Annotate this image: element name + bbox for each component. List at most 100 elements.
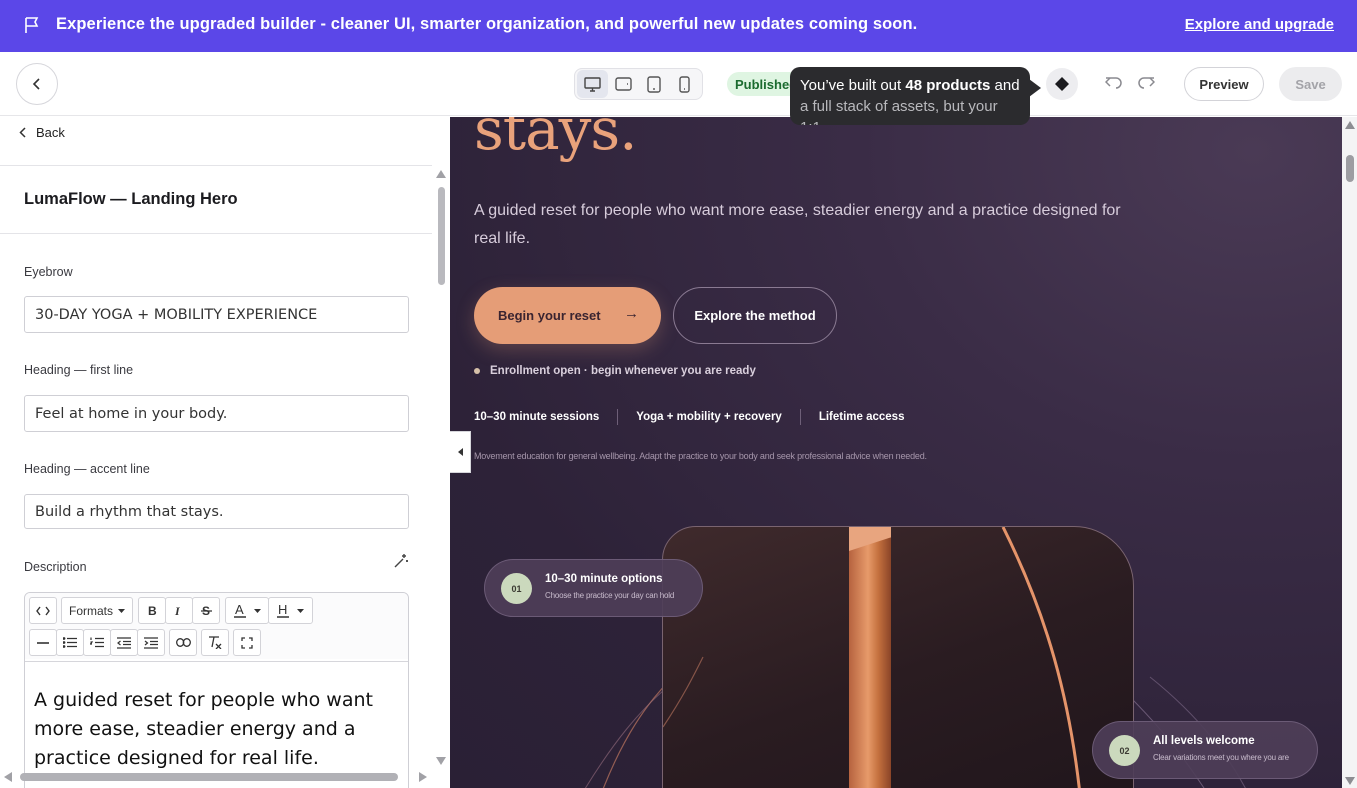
caret-down-icon <box>297 608 304 613</box>
tooltip-line2: a full stack of assets, but your 1:1 <box>800 98 998 125</box>
begin-reset-label: Begin your reset <box>498 308 601 323</box>
svg-text:B: B <box>148 605 157 616</box>
horizontal-rule-button[interactable] <box>29 629 57 656</box>
indent-icon <box>144 636 158 649</box>
divider <box>617 409 619 425</box>
strikethrough-icon: S <box>200 605 212 616</box>
horizontal-rule-icon <box>37 641 49 644</box>
arrow-right-icon: → <box>624 305 639 322</box>
code-view-button[interactable] <box>29 597 57 624</box>
badge-number: 02 <box>1109 735 1140 766</box>
flag-icon <box>25 17 39 33</box>
back-link[interactable]: Back <box>19 125 65 140</box>
preview-button[interactable]: Preview <box>1184 67 1264 101</box>
outdent-icon <box>117 636 131 649</box>
eyebrow-field[interactable]: 30-DAY YOGA + MOBILITY EXPERIENCE <box>24 296 409 333</box>
badge-number: 01 <box>501 573 532 604</box>
chevron-left-icon <box>19 127 26 138</box>
enrollment-text: Enrollment open · begin whenever you are… <box>490 365 756 377</box>
begin-reset-button[interactable]: Begin your reset → <box>474 287 661 344</box>
italic-button[interactable]: I <box>165 597 193 624</box>
formats-dropdown[interactable]: Formats <box>61 597 133 624</box>
heading-accent-line-label: Heading — accent line <box>24 462 150 476</box>
fullscreen-button[interactable] <box>233 629 261 656</box>
redo-icon[interactable] <box>1137 75 1155 91</box>
device-mobile-button[interactable] <box>669 70 700 98</box>
bold-button[interactable]: B <box>138 597 166 624</box>
svg-text:H: H <box>278 603 287 617</box>
numbered-list-button[interactable] <box>83 629 111 656</box>
device-tablet-landscape-button[interactable] <box>608 70 639 98</box>
badge-subtitle: Clear variations meet you where you are <box>1153 753 1289 762</box>
tablet-landscape-icon <box>614 77 632 91</box>
highlight-dropdown[interactable]: H <box>268 597 313 624</box>
divider <box>0 165 432 166</box>
scroll-down-arrow-icon[interactable] <box>436 757 446 765</box>
indent-button[interactable] <box>137 629 165 656</box>
fullscreen-icon <box>241 636 253 649</box>
desktop-icon <box>584 76 601 92</box>
mobile-icon <box>679 75 690 93</box>
preview-scrollbar-track <box>1342 117 1357 788</box>
chevron-left-icon <box>32 78 40 90</box>
hero-accent-heading: stays. <box>474 117 638 163</box>
scroll-up-arrow-icon[interactable] <box>436 170 446 178</box>
heading-first-line-field[interactable]: Feel at home in your body. <box>24 395 409 432</box>
caret-down-icon <box>118 608 125 613</box>
fact-item: 10–30 minute sessions <box>474 411 600 423</box>
ai-assistant-button[interactable] <box>1046 68 1078 100</box>
undo-icon[interactable] <box>1105 75 1123 91</box>
collapse-panel-button[interactable] <box>450 431 471 473</box>
hero-facts: 10–30 minute sessions Yoga + mobility + … <box>474 409 904 425</box>
italic-icon: I <box>174 605 181 616</box>
formats-label: Formats <box>68 603 113 618</box>
clear-formatting-icon <box>209 636 222 649</box>
ai-sparkle-icon[interactable] <box>392 553 409 570</box>
explore-method-button[interactable]: Explore the method <box>673 287 837 344</box>
exit-button[interactable] <box>16 63 58 105</box>
page-preview: stays. A guided reset for people who wan… <box>450 117 1342 788</box>
diamond-icon <box>1055 77 1069 91</box>
preview-vertical-scrollbar[interactable] <box>1346 155 1354 182</box>
editor-toolbar-row-2 <box>25 626 408 659</box>
fact-item: Yoga + mobility + recovery <box>636 411 782 423</box>
bullet-list-icon <box>63 637 77 648</box>
disclaimer: Movement education for general wellbeing… <box>474 451 927 461</box>
upgrade-banner: Experience the upgraded builder - cleane… <box>0 0 1357 52</box>
scroll-right-arrow-icon[interactable] <box>419 772 427 782</box>
rich-text-editor: Formats B I S A H <box>24 592 409 788</box>
editor-toolbar: Published You’ve built out 48 products a… <box>0 52 1357 125</box>
text-color-icon: A <box>233 603 246 618</box>
link-icon <box>175 638 191 647</box>
divider <box>0 233 432 234</box>
feature-badge-1: 01 10–30 minute options Choose the pract… <box>484 559 703 617</box>
tooltip-prefix: You’ve built out <box>800 77 906 94</box>
heading-accent-line-field[interactable]: Build a rhythm that stays. <box>24 494 409 529</box>
scroll-down-arrow-icon[interactable] <box>1345 777 1355 785</box>
divider <box>25 661 408 662</box>
clear-formatting-button[interactable] <box>201 629 229 656</box>
device-tablet-button[interactable] <box>639 70 670 98</box>
editor-content[interactable]: A guided reset for people who want more … <box>34 686 399 773</box>
feature-badge-2: 02 All levels welcome Clear variations m… <box>1092 721 1318 779</box>
text-color-dropdown[interactable]: A <box>225 597 269 624</box>
hero-description: A guided reset for people who want more … <box>474 202 1121 247</box>
save-button[interactable]: Save <box>1279 67 1342 101</box>
scroll-left-arrow-icon[interactable] <box>4 772 12 782</box>
panel-title: LumaFlow — Landing Hero <box>24 190 238 208</box>
outdent-button[interactable] <box>110 629 138 656</box>
highlight-color-icon: H <box>277 603 289 618</box>
tooltip-highlight: 48 products <box>905 77 991 94</box>
bold-icon: B <box>148 605 157 616</box>
explore-upgrade-link[interactable]: Explore and upgrade <box>1185 16 1334 33</box>
eyebrow-label: Eyebrow <box>24 265 73 279</box>
bullet-list-button[interactable] <box>56 629 84 656</box>
tablet-icon <box>647 75 661 93</box>
scroll-up-arrow-icon[interactable] <box>1345 121 1355 129</box>
device-desktop-button[interactable] <box>577 70 608 98</box>
panel-horizontal-scrollbar[interactable] <box>20 773 398 781</box>
settings-panel: Back LumaFlow — Landing Hero Eyebrow 30-… <box>0 117 450 788</box>
strikethrough-button[interactable]: S <box>192 597 220 624</box>
link-button[interactable] <box>169 629 197 656</box>
panel-vertical-scrollbar[interactable] <box>438 187 445 285</box>
